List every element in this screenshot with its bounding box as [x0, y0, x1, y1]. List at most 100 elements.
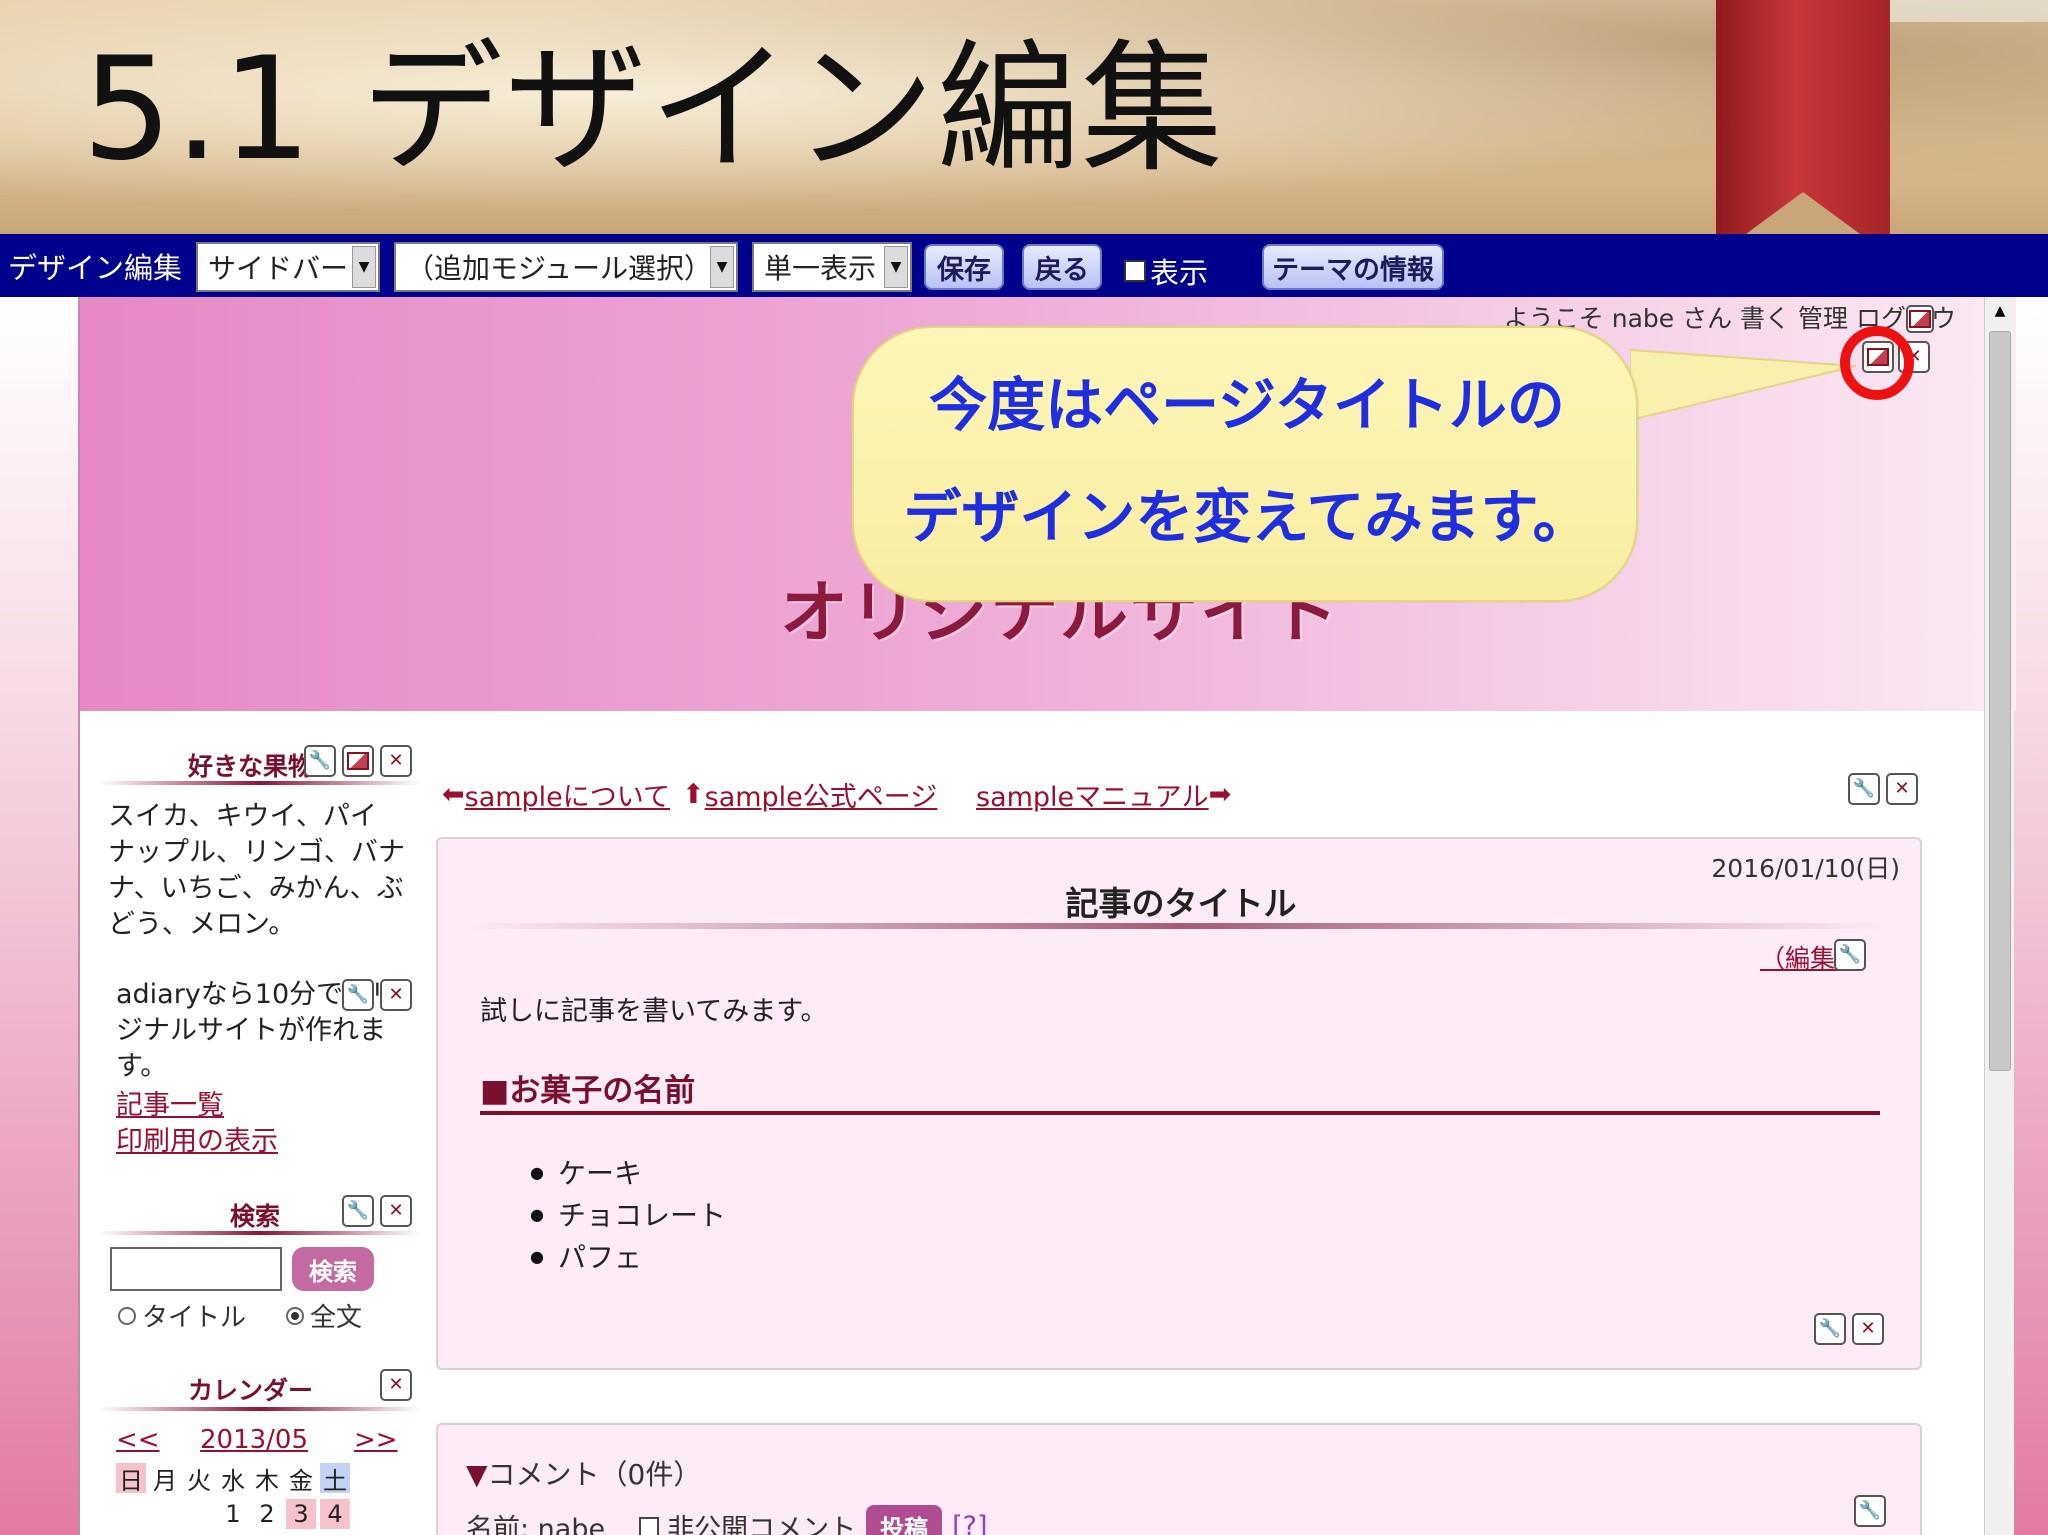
display-checkbox-label: 表示: [1150, 256, 1209, 290]
fruits-text: スイカ、キウイ、パイ ナップル、リンゴ、バナ ナ、いちご、みかん、ぶ どう、メロ…: [108, 799, 428, 943]
calendar-day: 4: [320, 1499, 350, 1529]
radio-title-label: タイトル: [142, 1303, 247, 1333]
close-icon[interactable]: ✕: [1886, 773, 1918, 805]
decorative-tape: [1890, 0, 2048, 22]
chevron-down-icon: ▼: [352, 246, 376, 288]
bookmark-ribbon: [1716, 0, 1890, 234]
weekday-sat: 土: [320, 1463, 350, 1495]
chevron-down-icon: ▼: [884, 246, 908, 288]
close-icon[interactable]: ✕: [380, 1369, 412, 1401]
image-edit-icon[interactable]: [342, 745, 374, 777]
adiary-line: ジナルサイトが作れま: [116, 1015, 386, 1046]
display-checkbox[interactable]: 表示: [1124, 250, 1208, 292]
comments-card: ▼コメント（0件） 名前: nabe 非公開コメント 投稿 [?] 🔧: [436, 1423, 1922, 1535]
highlight-ring: [1840, 326, 1914, 400]
print-view-link[interactable]: 印刷用の表示: [116, 1119, 278, 1158]
module-select-value: （追加モジュール選択）: [406, 252, 713, 285]
fruits-line: どう、メロン。: [108, 909, 296, 940]
calendar-day: 1: [225, 1500, 241, 1528]
scrollbar-thumb[interactable]: [1989, 331, 2011, 1071]
back-button[interactable]: 戻る: [1022, 244, 1102, 290]
comment-form-row: 名前: nabe 非公開コメント 投稿 [?]: [466, 1505, 988, 1535]
post-comment-button[interactable]: 投稿: [866, 1505, 943, 1535]
weekday-fri: 金: [289, 1466, 313, 1495]
prev-page-link[interactable]: ⬅ sampleについて: [442, 775, 670, 814]
list-item: チョコレート: [530, 1193, 726, 1235]
design-edit-toolbar: デザイン編集 サイドバー ▼ （追加モジュール選択） ▼ 単一表示 ▼ 保存 戻…: [0, 234, 2048, 297]
article-title: 記事のタイトル: [1065, 884, 1297, 923]
wrench-icon[interactable]: 🔧: [1854, 1495, 1886, 1527]
calendar-day: 2: [259, 1500, 275, 1528]
article-body: 試しに記事を書いてみます。: [480, 996, 828, 1027]
calendar-month-link[interactable]: 2013/05: [200, 1425, 308, 1455]
wrench-icon[interactable]: 🔧: [1814, 1313, 1846, 1345]
up-page-link[interactable]: ⬆ sample公式ページ: [682, 775, 937, 814]
sidebar-select-value: サイドバー: [208, 252, 349, 285]
prev-page-label: sampleについて: [464, 782, 670, 813]
weekday-mon: 月: [153, 1466, 177, 1495]
theme-info-button[interactable]: テーマの情報: [1262, 244, 1444, 290]
checkbox-box[interactable]: [1124, 260, 1146, 282]
close-icon[interactable]: ✕: [380, 979, 412, 1011]
next-page-link[interactable]: sampleマニュアル ➡: [976, 775, 1231, 814]
article-card: 2016/01/10(日) 記事のタイトル （編集） 🔧 試しに記事を書いてみま…: [436, 837, 1922, 1370]
view-select[interactable]: 単一表示 ▼: [752, 242, 912, 292]
radio-title[interactable]: [118, 1306, 136, 1325]
article-list-link[interactable]: 記事一覧: [116, 1083, 224, 1122]
list-item: ケーキ: [530, 1151, 726, 1193]
scroll-up-icon[interactable]: ▲: [1988, 299, 2012, 323]
toolbar-label: デザイン編集: [8, 250, 183, 285]
callout-bubble: 今度はページタイトルの デザインを変えてみます。: [852, 326, 1638, 602]
search-button[interactable]: 検索: [292, 1247, 374, 1291]
write-link[interactable]: 書く: [1740, 304, 1790, 333]
help-link[interactable]: [?]: [952, 1511, 987, 1535]
wrench-icon[interactable]: 🔧: [1834, 939, 1866, 971]
arrow-left-icon: ⬅: [442, 779, 465, 810]
fruits-divider: [100, 781, 420, 785]
sweets-list: ケーキ チョコレート パフェ: [530, 1151, 726, 1277]
close-icon[interactable]: ✕: [380, 745, 412, 777]
calendar-next-link[interactable]: >>: [354, 1425, 398, 1455]
save-button[interactable]: 保存: [924, 244, 1004, 290]
article-title-divider: [468, 923, 1888, 929]
calendar-prev-link[interactable]: <<: [116, 1425, 160, 1455]
arrow-right-icon: ➡: [1208, 779, 1232, 810]
weekday-sun: 日: [116, 1463, 146, 1495]
comments-heading: ▼コメント（0件）: [466, 1453, 701, 1493]
weekday-thu: 木: [255, 1466, 279, 1495]
calendar-heading: カレンダー: [188, 1376, 314, 1405]
weekday-wed: 水: [221, 1466, 245, 1495]
module-select[interactable]: （追加モジュール選択） ▼: [394, 242, 738, 292]
arrow-up-icon: ⬆: [682, 779, 705, 810]
next-page-label: sampleマニュアル: [976, 782, 1209, 813]
sidebar-select[interactable]: サイドバー ▼: [196, 242, 380, 292]
article-section-heading: ■お菓子の名前: [480, 1073, 696, 1109]
search-heading: 検索: [230, 1202, 281, 1231]
weekday-tue: 火: [187, 1466, 211, 1495]
fruits-line: ナ、いちご、みかん、ぶ: [108, 873, 404, 904]
search-input[interactable]: [110, 1247, 282, 1291]
slide-header: 5.1 デザイン編集: [0, 0, 2048, 234]
list-item: パフェ: [530, 1235, 726, 1277]
wrench-icon[interactable]: 🔧: [1848, 773, 1880, 805]
callout-pointer: [1630, 348, 1857, 422]
welcome-image-icon[interactable]: [1906, 305, 1934, 333]
close-icon[interactable]: ✕: [380, 1195, 412, 1227]
close-icon[interactable]: ✕: [1852, 1313, 1884, 1345]
calendar-divider: [100, 1407, 420, 1411]
wrench-icon[interactable]: 🔧: [304, 745, 336, 777]
callout-line-2: デザインを変えてみます。: [903, 483, 1591, 551]
wrench-icon[interactable]: 🔧: [342, 979, 374, 1011]
search-mode-radios: タイトル 全文: [118, 1297, 362, 1334]
section-heading-rule: [480, 1111, 1880, 1115]
private-comment-checkbox[interactable]: [639, 1516, 660, 1535]
radio-fulltext[interactable]: [286, 1306, 305, 1325]
adiary-line: す。: [116, 1051, 168, 1082]
fruits-heading: 好きな果物: [188, 752, 314, 781]
triangle-down-icon[interactable]: ▼: [466, 1458, 488, 1491]
scrollbar[interactable]: ▲: [1984, 297, 2014, 1535]
fruits-line: ナップル、リンゴ、バナ: [108, 837, 405, 868]
admin-link[interactable]: 管理: [1798, 304, 1848, 333]
wrench-icon[interactable]: 🔧: [342, 1195, 374, 1227]
comments-heading-label: コメント（0件）: [487, 1458, 702, 1491]
